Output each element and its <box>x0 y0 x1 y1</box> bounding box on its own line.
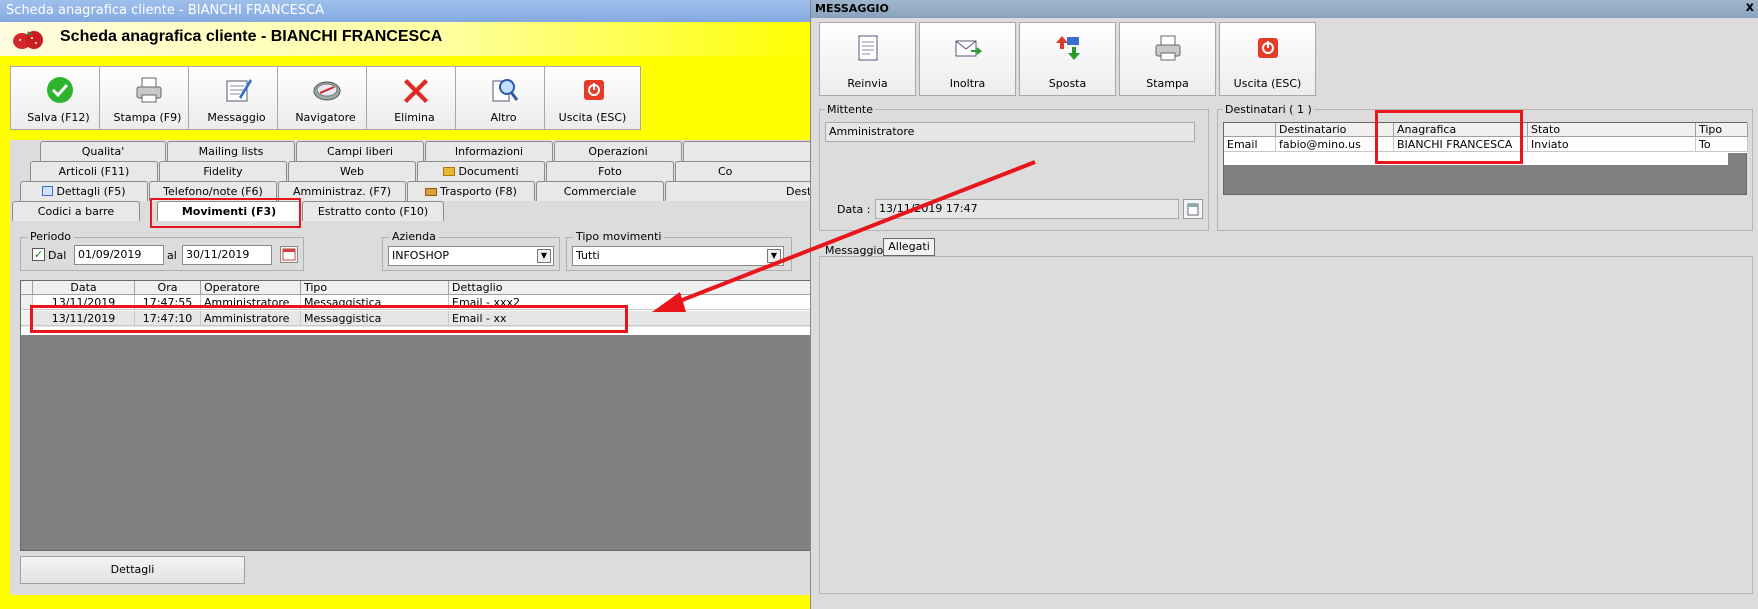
arrow-head-icon <box>652 292 686 312</box>
arrow-shaft <box>671 160 1036 306</box>
annotation-arrow <box>652 160 1036 312</box>
